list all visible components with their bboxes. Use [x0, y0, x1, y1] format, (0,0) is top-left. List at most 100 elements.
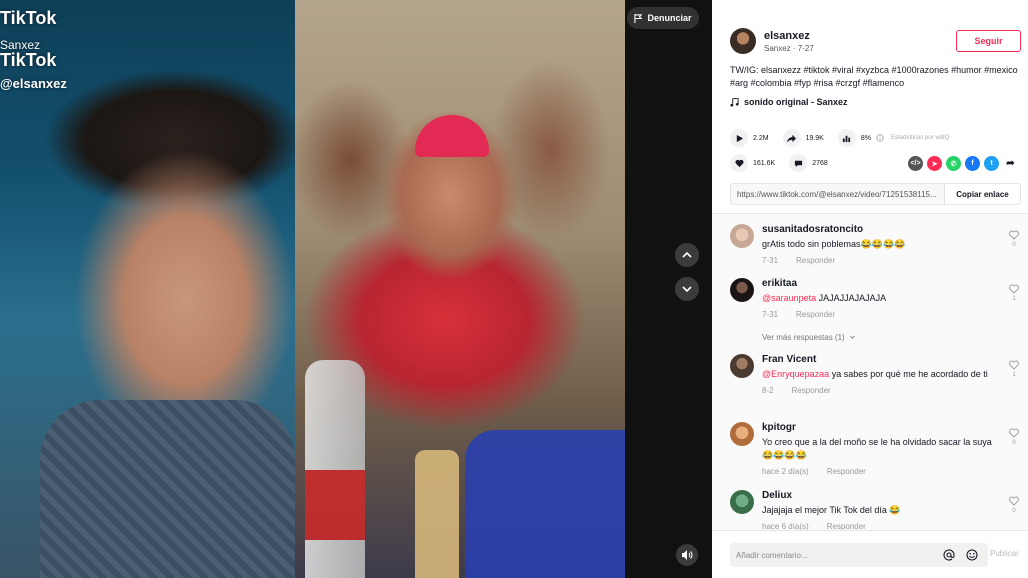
comments-count: 2768 [812, 159, 828, 167]
comment-item: erikitaa @saraunpeta JAJAJJAJAJAJA 7-31 … [730, 278, 1022, 319]
video-link-box: https://www.tiktok.com/@elsanxez/video/7… [730, 183, 1021, 205]
likes-stat[interactable]: 161.6K [730, 154, 775, 172]
post-date: 7-27 [797, 43, 814, 53]
heart-outline-icon[interactable] [1009, 496, 1019, 506]
comment-username[interactable]: Deliux [762, 490, 994, 501]
watermark-handle: @elsanxez [0, 76, 67, 91]
reply-button[interactable]: Responder [792, 386, 831, 395]
chevron-down-icon [682, 286, 692, 293]
report-label: Denunciar [647, 13, 692, 23]
reply-button[interactable]: Responder [827, 522, 866, 530]
previous-video-button[interactable] [675, 243, 699, 267]
reply-button[interactable]: Responder [796, 310, 835, 319]
comment-text-content: Jajajaja el mejor Tik Tok del día 😂 [762, 505, 901, 515]
comment-like-count: 1 [1012, 296, 1016, 302]
more-replies-link[interactable]: Ver más respuestas (1) [762, 333, 856, 342]
comment-like[interactable]: 0 [1006, 230, 1022, 248]
comment-mention[interactable]: @Enryquepazaa [762, 369, 829, 379]
video-link-url[interactable]: https://www.tiktok.com/@elsanxez/video/7… [731, 190, 944, 199]
comment-like-count: 0 [1012, 508, 1016, 514]
comment-text-content: Yo creo que a la del moño se le ha olvid… [762, 437, 992, 460]
video-bottle-shape [305, 360, 365, 578]
comment-date: 7-31 [762, 256, 779, 265]
comment-meta: hace 6 día(s) Responder [762, 522, 994, 530]
author-username[interactable]: elsanxez [764, 30, 814, 42]
comment-like[interactable]: 0 [1006, 496, 1022, 514]
tiktok-video-page: TikTok Sanxez TikTok @elsanxez Denunciar [0, 0, 1028, 578]
comment-like[interactable]: 1 [1006, 284, 1022, 302]
volume-button[interactable] [676, 544, 698, 566]
send-icon[interactable]: ➤ [927, 156, 942, 171]
bar-chart-icon [837, 129, 856, 147]
reply-button[interactable]: Responder [827, 467, 866, 476]
comment-item: Fran Vicent @Enryquepazaa ya sabes por q… [730, 354, 1022, 395]
video-frame-left: TikTok Sanxez TikTok @elsanxez [0, 0, 295, 578]
reply-button[interactable]: Responder [796, 256, 835, 265]
follow-button[interactable]: Seguir [956, 30, 1021, 52]
comment-meta: 7-31 Responder [762, 310, 994, 319]
shares-stat: 19.9K [782, 129, 824, 147]
comment-avatar[interactable] [730, 422, 754, 446]
comment-username[interactable]: susanitadosratoncito [762, 224, 994, 235]
comment-date: 7-31 [762, 310, 779, 319]
comment-username[interactable]: kpitogr [762, 422, 994, 433]
comment-text-content: grAtis todo sin poblemas😂😂😂😂 [762, 239, 906, 249]
comment-text: @Enryquepazaa ya sabes por qué me he aco… [762, 368, 994, 381]
comment-avatar[interactable] [730, 224, 754, 248]
twitter-icon[interactable]: t [984, 156, 999, 171]
comment-avatar[interactable] [730, 278, 754, 302]
comment-username[interactable]: Fran Vicent [762, 354, 994, 365]
comment-username[interactable]: erikitaa [762, 278, 994, 289]
embed-icon[interactable]: </> [908, 156, 923, 171]
heart-outline-icon[interactable] [1009, 230, 1019, 240]
comment-date: hace 6 día(s) [762, 522, 809, 530]
comments-list[interactable]: susanitadosratoncito grAtis todo sin pob… [712, 214, 1028, 530]
comment-text-content: ya sabes por qué me he acordado de ti [829, 369, 988, 379]
comment-text: Yo creo que a la del moño se le ha olvid… [762, 436, 994, 462]
flag-icon [634, 13, 643, 23]
video-description: TW/IG: elsanxezz #tiktok #viral #xyzbca … [730, 65, 1018, 88]
comment-item: susanitadosratoncito grAtis todo sin pob… [730, 224, 1022, 265]
comment-like-count: 0 [1012, 242, 1016, 248]
watermark-logo-2: TikTok [0, 50, 57, 70]
heart-icon[interactable] [730, 154, 748, 172]
emoji-icon[interactable] [966, 549, 978, 561]
comment-mention[interactable]: @saraunpeta [762, 293, 816, 303]
volume-icon [682, 550, 693, 560]
likes-count: 161.6K [753, 159, 776, 167]
plays-stat: 2.2M [730, 129, 769, 147]
next-video-button[interactable] [675, 277, 699, 301]
comment-meta: 7-31 Responder [762, 256, 994, 265]
copy-link-button[interactable]: Copiar enlace [944, 184, 1020, 204]
share-icons: </> ➤ ✆ f t ➦ [908, 156, 1018, 171]
score-value: 8% [860, 134, 871, 142]
more-share-icon[interactable]: ➦ [1003, 156, 1018, 171]
heart-outline-icon[interactable] [1009, 284, 1019, 294]
report-button[interactable]: Denunciar [627, 7, 699, 29]
comment-avatar[interactable] [730, 490, 754, 514]
heart-outline-icon[interactable] [1009, 428, 1019, 438]
author-subline: Sanxez · 7-27 [764, 43, 814, 53]
author-avatar[interactable] [730, 28, 756, 54]
facebook-icon[interactable]: f [965, 156, 980, 171]
comments-stat[interactable]: 2768 [789, 154, 828, 172]
comment-bubble-icon[interactable] [789, 154, 808, 172]
author-info[interactable]: elsanxez Sanxez · 7-27 [730, 28, 814, 54]
sound-link[interactable]: sonido original - Sanxez [730, 97, 848, 107]
video-bottle-shape-2 [415, 450, 459, 578]
chevron-down-icon [849, 335, 855, 339]
post-button[interactable]: Publicar [990, 549, 1019, 558]
info-icon[interactable] [876, 134, 884, 142]
comment-text: grAtis todo sin poblemas😂😂😂😂 [762, 238, 994, 251]
heart-outline-icon[interactable] [1009, 360, 1019, 370]
video-player[interactable]: TikTok Sanxez TikTok @elsanxez Denunciar [0, 0, 712, 578]
sound-name: sonido original - Sanxez [744, 97, 848, 107]
whatsapp-icon[interactable]: ✆ [946, 156, 961, 171]
comment-like[interactable]: 1 [1006, 360, 1022, 378]
plays-count: 2.2M [753, 134, 769, 142]
comment-text: Jajajaja el mejor Tik Tok del día 😂 [762, 504, 994, 517]
mention-icon[interactable] [943, 549, 955, 561]
comment-text: @saraunpeta JAJAJJAJAJAJA [762, 292, 994, 305]
comment-avatar[interactable] [730, 354, 754, 378]
comment-like[interactable]: 0 [1006, 428, 1022, 446]
